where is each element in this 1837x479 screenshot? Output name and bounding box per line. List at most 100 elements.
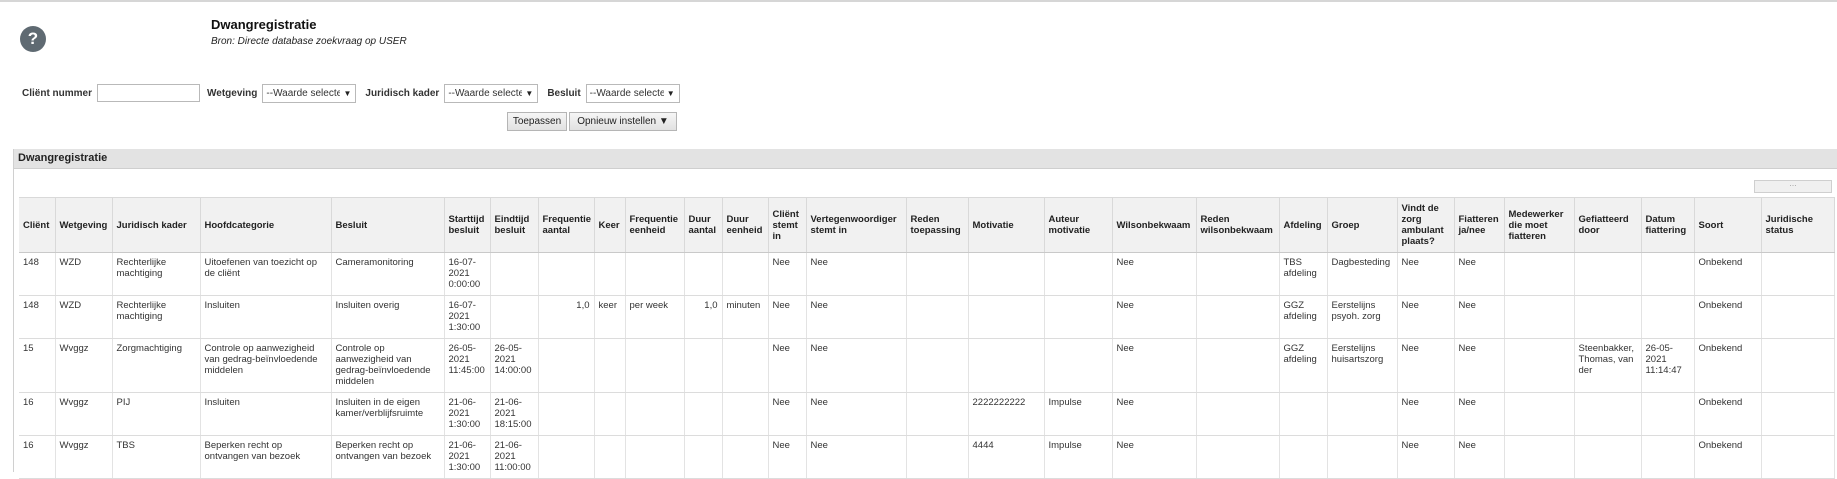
client-number-input[interactable]	[97, 84, 201, 102]
table-cell	[1574, 435, 1642, 479]
help-icon[interactable]: ?	[20, 26, 46, 52]
column-header[interactable]: Groep	[1327, 197, 1398, 253]
column-header[interactable]: Auteur motivatie	[1044, 197, 1113, 253]
table-options-control[interactable]: ⋯	[1754, 180, 1832, 193]
table-row[interactable]: 16 Wvggz PIJ Insluiten Insluiten in de eigen…	[19, 392, 1835, 436]
table-cell	[1327, 392, 1398, 436]
table-header-row: Cliënt Wetgeving Juridisch kader Hoofdcateg…	[19, 197, 1835, 253]
column-header[interactable]: Frequentie aantal	[538, 197, 595, 253]
table-cell: Nee	[1112, 252, 1197, 296]
table-cell: Nee	[1397, 392, 1455, 436]
table-cell	[1196, 295, 1280, 339]
table-cell: Nee	[806, 338, 907, 393]
table-cell	[1196, 338, 1280, 393]
table-cell: Beperken recht op ontvangen van bezoek	[331, 435, 445, 479]
column-header[interactable]: Juridische status	[1761, 197, 1835, 253]
table-cell: keer	[594, 295, 626, 339]
column-header[interactable]: Starttijd besluit	[444, 197, 491, 253]
wetgeving-select-value: --Waarde selecteren--	[266, 87, 340, 99]
table-cell	[1044, 252, 1113, 296]
table-cell: Insluiten	[200, 295, 332, 339]
table-cell	[1044, 338, 1113, 393]
column-header[interactable]: Frequentie eenheid	[625, 197, 685, 253]
besluit-select[interactable]: --Waarde selecteren-- ▼	[585, 83, 680, 103]
table-cell	[684, 252, 723, 296]
table-cell	[1641, 252, 1695, 296]
apply-button[interactable]: Toepassen	[507, 112, 567, 131]
table-cell: Nee	[768, 338, 807, 393]
table-cell: 16-07-2021 1:30:00	[444, 295, 491, 339]
table-cell	[722, 338, 769, 393]
table-row[interactable]: 16 Wvggz TBS Beperken recht op ontvangen va…	[19, 435, 1835, 479]
table-cell: 148	[19, 295, 56, 339]
column-header[interactable]: Motivatie	[968, 197, 1045, 253]
table-cell: 16	[19, 392, 56, 436]
table-cell	[1761, 295, 1835, 339]
column-header[interactable]: Afdeling	[1279, 197, 1328, 253]
table-cell	[1196, 252, 1280, 296]
table-cell	[906, 252, 969, 296]
chevron-down-icon: ▼	[666, 88, 675, 98]
table-cell	[1504, 295, 1575, 339]
column-header[interactable]: Cliënt stemt in	[768, 197, 807, 253]
column-header[interactable]: Reden toepassing	[906, 197, 969, 253]
table-cell: Onbekend	[1694, 252, 1762, 296]
column-header[interactable]: Wetgeving	[55, 197, 113, 253]
table-cell: GGZ afdeling	[1279, 338, 1328, 393]
table-cell	[1761, 392, 1835, 436]
column-header[interactable]: Medewerker die moet fiatteren	[1504, 197, 1575, 253]
table-cell: 21-06-2021 18:15:00	[490, 392, 539, 436]
column-header[interactable]: Vertegenwoordiger stemt in	[806, 197, 907, 253]
table-cell: Onbekend	[1694, 295, 1762, 339]
column-header[interactable]: Fiatteren ja/nee	[1454, 197, 1505, 253]
table-cell	[968, 252, 1045, 296]
table-cell	[538, 392, 595, 436]
table-cell: per week	[625, 295, 685, 339]
column-header[interactable]: Gefiatteerd door	[1574, 197, 1642, 253]
table-row[interactable]: 148 WZD Rechterlijke machtiging Uitoefenen …	[19, 252, 1835, 296]
column-header[interactable]: Duur eenheid	[722, 197, 769, 253]
juridisch-kader-select-value: --Waarde selecteren--	[448, 87, 522, 99]
column-header[interactable]: Datum fiattering	[1641, 197, 1695, 253]
table-row[interactable]: 148 WZD Rechterlijke machtiging Insluiten In…	[19, 295, 1835, 339]
table-cell: Nee	[1397, 295, 1455, 339]
table-cell	[1641, 435, 1695, 479]
table-cell: Nee	[768, 392, 807, 436]
table-cell: Rechterlijke machtiging	[112, 295, 201, 339]
table-cell	[906, 295, 969, 339]
table-cell: Nee	[1454, 252, 1505, 296]
column-header[interactable]: Hoofdcategorie	[200, 197, 332, 253]
column-header[interactable]: Juridisch kader	[112, 197, 201, 253]
column-header[interactable]: Cliënt	[19, 197, 56, 253]
table-row[interactable]: 15 Wvggz Zorgmachtiging Controle op aanwezi…	[19, 338, 1835, 393]
table-cell: Dagbesteding	[1327, 252, 1398, 296]
juridisch-kader-select[interactable]: --Waarde selecteren-- ▼	[444, 83, 539, 103]
table-cell: minuten	[722, 295, 769, 339]
table-cell: Controle op aanwezigheid van gedrag-beïn…	[331, 338, 445, 393]
column-header[interactable]: Vindt de zorg ambulant plaats?	[1397, 197, 1455, 253]
table-cell	[594, 338, 626, 393]
table-cell: 148	[19, 252, 56, 296]
table-cell	[538, 338, 595, 393]
table-cell: 21-06-2021 1:30:00	[444, 435, 491, 479]
table-cell: Steenbakker, Thomas, van der	[1574, 338, 1642, 393]
column-header[interactable]: Besluit	[331, 197, 445, 253]
table-cell	[968, 338, 1045, 393]
table-cell: Onbekend	[1694, 338, 1762, 393]
table-cell	[722, 252, 769, 296]
table-cell	[538, 252, 595, 296]
reset-button[interactable]: Opnieuw instellen ▼	[569, 112, 677, 131]
column-header[interactable]: Keer	[594, 197, 626, 253]
wetgeving-select[interactable]: --Waarde selecteren-- ▼	[262, 83, 357, 103]
table-cell: Wvggz	[55, 338, 113, 393]
table-cell	[1504, 435, 1575, 479]
column-header[interactable]: Wilsonbekwaam	[1112, 197, 1197, 253]
table-cell: Nee	[768, 252, 807, 296]
column-header[interactable]: Soort	[1694, 197, 1762, 253]
table-cell: 2222222222	[968, 392, 1045, 436]
table-cell: Eerstelijns huisartszorg	[1327, 338, 1398, 393]
column-header[interactable]: Reden wilsonbekwaam	[1196, 197, 1280, 253]
column-header[interactable]: Duur aantal	[684, 197, 723, 253]
table-cell: Zorgmachtiging	[112, 338, 201, 393]
column-header[interactable]: Eindtijd besluit	[490, 197, 539, 253]
